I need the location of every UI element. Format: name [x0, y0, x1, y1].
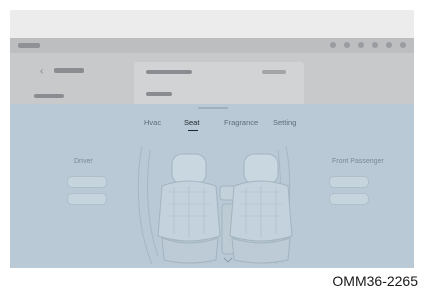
status-icon: [358, 42, 364, 48]
background-app: ‹: [10, 38, 414, 106]
passenger-seat[interactable]: [229, 153, 293, 264]
drag-handle[interactable]: [198, 107, 228, 109]
figure-code: OMM36-2265: [332, 273, 418, 289]
passenger-control-button[interactable]: [329, 193, 369, 205]
driver-control-button[interactable]: [67, 193, 107, 205]
passenger-cushion: [231, 237, 291, 264]
passenger-headrest: [243, 153, 279, 185]
car-body-left-outline: [137, 145, 153, 265]
status-icon: [400, 42, 406, 48]
back-label-placeholder: [54, 68, 84, 73]
chevron-down-icon[interactable]: [223, 257, 233, 263]
status-icon: [386, 42, 392, 48]
driver-control-button[interactable]: [67, 176, 107, 188]
seat-control-sheet: Hvac Seat Fragrance Setting Driver Front…: [10, 104, 414, 268]
screen-frame: ‹ Hvac Seat Fragrance Setting Driver Fro…: [10, 10, 414, 268]
card-row-placeholder: [146, 92, 172, 96]
driver-headrest: [171, 153, 207, 185]
status-icons: [330, 42, 406, 48]
back-button[interactable]: ‹: [24, 65, 134, 77]
card-row-placeholder: [146, 70, 192, 74]
card-row-value-placeholder: [262, 70, 286, 74]
status-icon: [372, 42, 378, 48]
seat-illustration: [137, 145, 293, 265]
passenger-control-button[interactable]: [329, 176, 369, 188]
status-icon: [344, 42, 350, 48]
menu-item-placeholder: [34, 94, 64, 98]
status-icon: [330, 42, 336, 48]
driver-cushion: [161, 237, 219, 264]
driver-seat[interactable]: [157, 153, 221, 264]
background-card: [134, 62, 304, 106]
driver-label: Driver: [74, 158, 93, 165]
chevron-left-icon: ‹: [40, 66, 44, 77]
front-passenger-label: Front Passenger: [332, 158, 384, 165]
status-bar: [10, 38, 414, 53]
brand-logo: [18, 43, 40, 48]
